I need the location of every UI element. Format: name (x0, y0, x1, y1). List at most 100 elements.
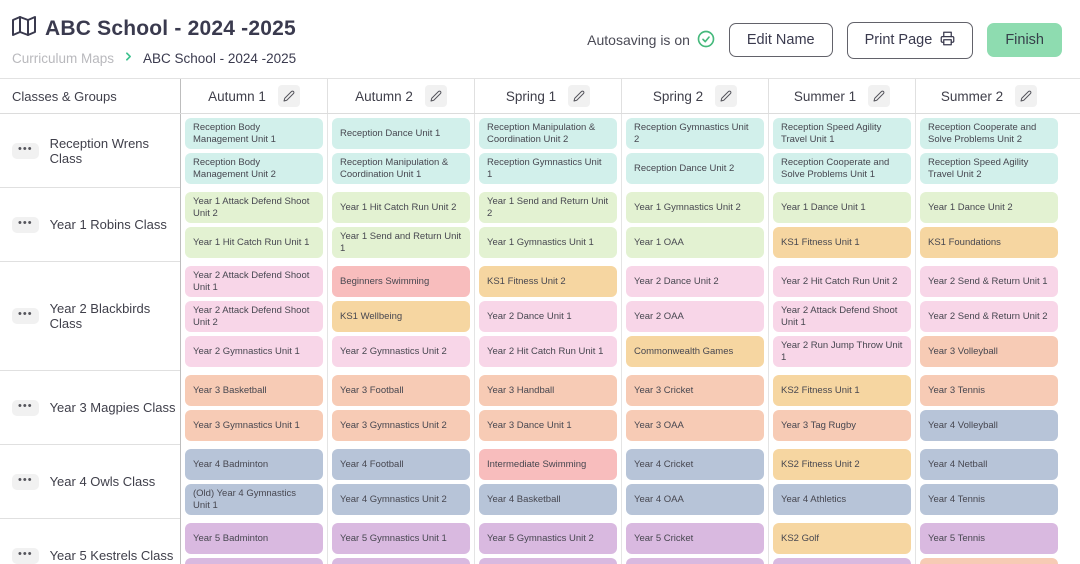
unit-chip[interactable]: Year 2 Gymnastics Unit 2 (332, 336, 470, 367)
edit-term-pencil-icon[interactable] (568, 85, 590, 107)
unit-chip[interactable]: (Old) Year 4 Gymnastics Unit 1 (185, 484, 323, 515)
unit-chip[interactable]: Year 3 Basketball (185, 375, 323, 406)
unit-chip[interactable]: Year 1 Gymnastics Unit 1 (479, 227, 617, 258)
unit-chip[interactable]: Reception Speed Agility Travel Unit 2 (920, 153, 1058, 184)
unit-chip[interactable]: Year 1 Dance Unit 1 (773, 192, 911, 223)
row-menu-button[interactable]: ••• (12, 474, 39, 490)
unit-chip[interactable]: Beginners Swimming (332, 266, 470, 297)
row-menu-button[interactable]: ••• (12, 400, 39, 416)
edit-name-button[interactable]: Edit Name (729, 23, 833, 57)
unit-chip[interactable]: Reception Gymnastics Unit 2 (626, 118, 764, 149)
unit-chip[interactable]: Year 4 Netball (920, 449, 1058, 480)
unit-chip[interactable]: Year 4 Badminton (185, 449, 323, 480)
unit-chip[interactable]: Reception Gymnastics Unit 1 (479, 153, 617, 184)
unit-chip[interactable]: Year 4 Volleyball (920, 410, 1058, 441)
term-header-label: Autumn 2 (355, 89, 413, 104)
term-cell: Year 2 Dance Unit 2 Year 2 OAA Commonwealt… (621, 262, 768, 371)
unit-chip[interactable]: Year 2 Hit Catch Run Unit 2 (773, 266, 911, 297)
unit-chip[interactable]: Year 5 Tennis (920, 523, 1058, 554)
unit-chip[interactable]: Year 2 Dance Unit 2 (626, 266, 764, 297)
unit-chip[interactable]: Year 3 Dance Unit 1 (479, 410, 617, 441)
unit-chip[interactable]: Year 4 Tennis (920, 484, 1058, 515)
breadcrumb-parent-link[interactable]: Curriculum Maps (12, 51, 114, 66)
unit-chip[interactable]: Year 1 OAA (626, 227, 764, 258)
unit-chip[interactable]: Year 4 Athletics (773, 484, 911, 515)
unit-chip[interactable]: Year 1 Gymnastics Unit 2 (626, 192, 764, 223)
unit-chip[interactable]: Year 3 Hockey (920, 558, 1058, 564)
unit-chip[interactable]: Year 4 Gymnastics Unit 2 (332, 484, 470, 515)
edit-term-pencil-icon[interactable] (278, 85, 300, 107)
unit-chip[interactable]: Year 4 Football (332, 449, 470, 480)
row-menu-button[interactable]: ••• (12, 143, 39, 159)
unit-chip[interactable]: Year 3 Handball (479, 375, 617, 406)
edit-term-pencil-icon[interactable] (715, 85, 737, 107)
unit-chip[interactable]: Year 2 Attack Defend Shoot Unit 1 (185, 266, 323, 297)
unit-chip[interactable]: Year 2 Gymnastics Unit 1 (185, 336, 323, 367)
unit-chip[interactable]: Commonwealth Games (626, 336, 764, 367)
unit-chip[interactable]: Year 3 Cricket (626, 375, 764, 406)
unit-chip[interactable]: Year 2 Attack Defend Shoot Unit 1 (773, 301, 911, 332)
unit-chip[interactable]: Year 3 Tag Rugby (773, 410, 911, 441)
unit-chip[interactable]: Reception Speed Agility Travel Unit 1 (773, 118, 911, 149)
unit-chip[interactable]: KS1 Fitness Unit 1 (773, 227, 911, 258)
row-menu-button[interactable]: ••• (12, 217, 39, 233)
unit-chip[interactable]: KS2 Fitness Unit 1 (773, 375, 911, 406)
unit-chip[interactable]: Year 3 Football (332, 375, 470, 406)
unit-chip[interactable]: Reception Manipulation & Coordination Un… (332, 153, 470, 184)
term-cell: KS2 Fitness Unit 2 Year 4 Athletics (768, 445, 915, 519)
unit-chip[interactable]: Year 2 Hit Catch Run Unit 1 (479, 336, 617, 367)
unit-chip[interactable]: Year 5 Football (479, 558, 617, 564)
unit-chip[interactable]: Year 3 Gymnastics Unit 1 (185, 410, 323, 441)
unit-chip[interactable]: KS2 Golf (773, 523, 911, 554)
unit-chip[interactable]: Year 5 Dance Unit 1 (332, 558, 470, 564)
unit-chip[interactable]: Year 3 OAA (626, 410, 764, 441)
row-menu-button[interactable]: ••• (12, 308, 39, 324)
unit-chip[interactable]: Year 1 Send and Return Unit 2 (479, 192, 617, 223)
unit-chip[interactable]: Year 5 Basketball (185, 558, 323, 564)
unit-chip[interactable]: Year 3 Volleyball (920, 336, 1058, 367)
unit-chip[interactable]: Reception Body Management Unit 2 (185, 153, 323, 184)
unit-chip[interactable]: Year 2 OAA (626, 301, 764, 332)
finish-button[interactable]: Finish (987, 23, 1062, 57)
unit-chip[interactable]: Year 3 Gymnastics Unit 2 (332, 410, 470, 441)
unit-chip[interactable]: Year 1 Dance Unit 2 (920, 192, 1058, 223)
unit-chip[interactable]: Reception Manipulation & Coordination Un… (479, 118, 617, 149)
unit-chip[interactable]: Reception Cooperate and Solve Problems U… (773, 153, 911, 184)
row-menu-button[interactable]: ••• (12, 548, 39, 564)
unit-chip[interactable]: Year 4 Basketball (479, 484, 617, 515)
unit-chip[interactable]: Year 5 Gymnastics Unit 2 (479, 523, 617, 554)
unit-chip[interactable]: Year 5 Gymnastics Unit 1 (332, 523, 470, 554)
unit-chip[interactable]: Reception Body Management Unit 1 (185, 118, 323, 149)
unit-chip[interactable]: Year 1 Hit Catch Run Unit 2 (332, 192, 470, 223)
term-cell: Year 2 Hit Catch Run Unit 2 Year 2 Attack… (768, 262, 915, 371)
unit-chip[interactable]: Year 4 OAA (626, 484, 764, 515)
edit-term-pencil-icon[interactable] (425, 85, 447, 107)
edit-term-pencil-icon[interactable] (868, 85, 890, 107)
edit-term-pencil-icon[interactable] (1015, 85, 1037, 107)
unit-chip[interactable]: Year 5 Cricket (626, 523, 764, 554)
unit-chip[interactable]: KS1 Foundations (920, 227, 1058, 258)
unit-chip[interactable]: Year 4 Cricket (626, 449, 764, 480)
unit-chip[interactable]: Year 5 OAA (626, 558, 764, 564)
unit-chip[interactable]: Year 1 Attack Defend Shoot Unit 2 (185, 192, 323, 223)
unit-chip[interactable]: Year 3 Tennis (920, 375, 1058, 406)
unit-chip[interactable]: Year 2 Attack Defend Shoot Unit 2 (185, 301, 323, 332)
finish-label: Finish (1005, 32, 1044, 48)
unit-chip[interactable]: Reception Dance Unit 2 (626, 153, 764, 184)
unit-chip[interactable]: Year 1 Send and Return Unit 1 (332, 227, 470, 258)
unit-chip[interactable]: Year 5 Netball (773, 558, 911, 564)
unit-chip[interactable]: Reception Cooperate and Solve Problems U… (920, 118, 1058, 149)
unit-chip[interactable]: Year 1 Hit Catch Run Unit 1 (185, 227, 323, 258)
unit-chip[interactable]: KS1 Fitness Unit 2 (479, 266, 617, 297)
unit-chip[interactable]: KS2 Fitness Unit 2 (773, 449, 911, 480)
unit-chip[interactable]: Year 5 Badminton (185, 523, 323, 554)
unit-chip[interactable]: Year 2 Dance Unit 1 (479, 301, 617, 332)
unit-chip[interactable]: Intermediate Swimming (479, 449, 617, 480)
unit-chip[interactable]: Year 2 Send & Return Unit 1 (920, 266, 1058, 297)
unit-chip[interactable]: Year 2 Run Jump Throw Unit 1 (773, 336, 911, 367)
print-page-button[interactable]: Print Page (847, 22, 974, 59)
unit-chip[interactable]: KS1 Wellbeing (332, 301, 470, 332)
unit-chip[interactable]: Reception Dance Unit 1 (332, 118, 470, 149)
term-cell: Year 5 Tennis Year 3 Hockey (915, 519, 1062, 564)
unit-chip[interactable]: Year 2 Send & Return Unit 2 (920, 301, 1058, 332)
